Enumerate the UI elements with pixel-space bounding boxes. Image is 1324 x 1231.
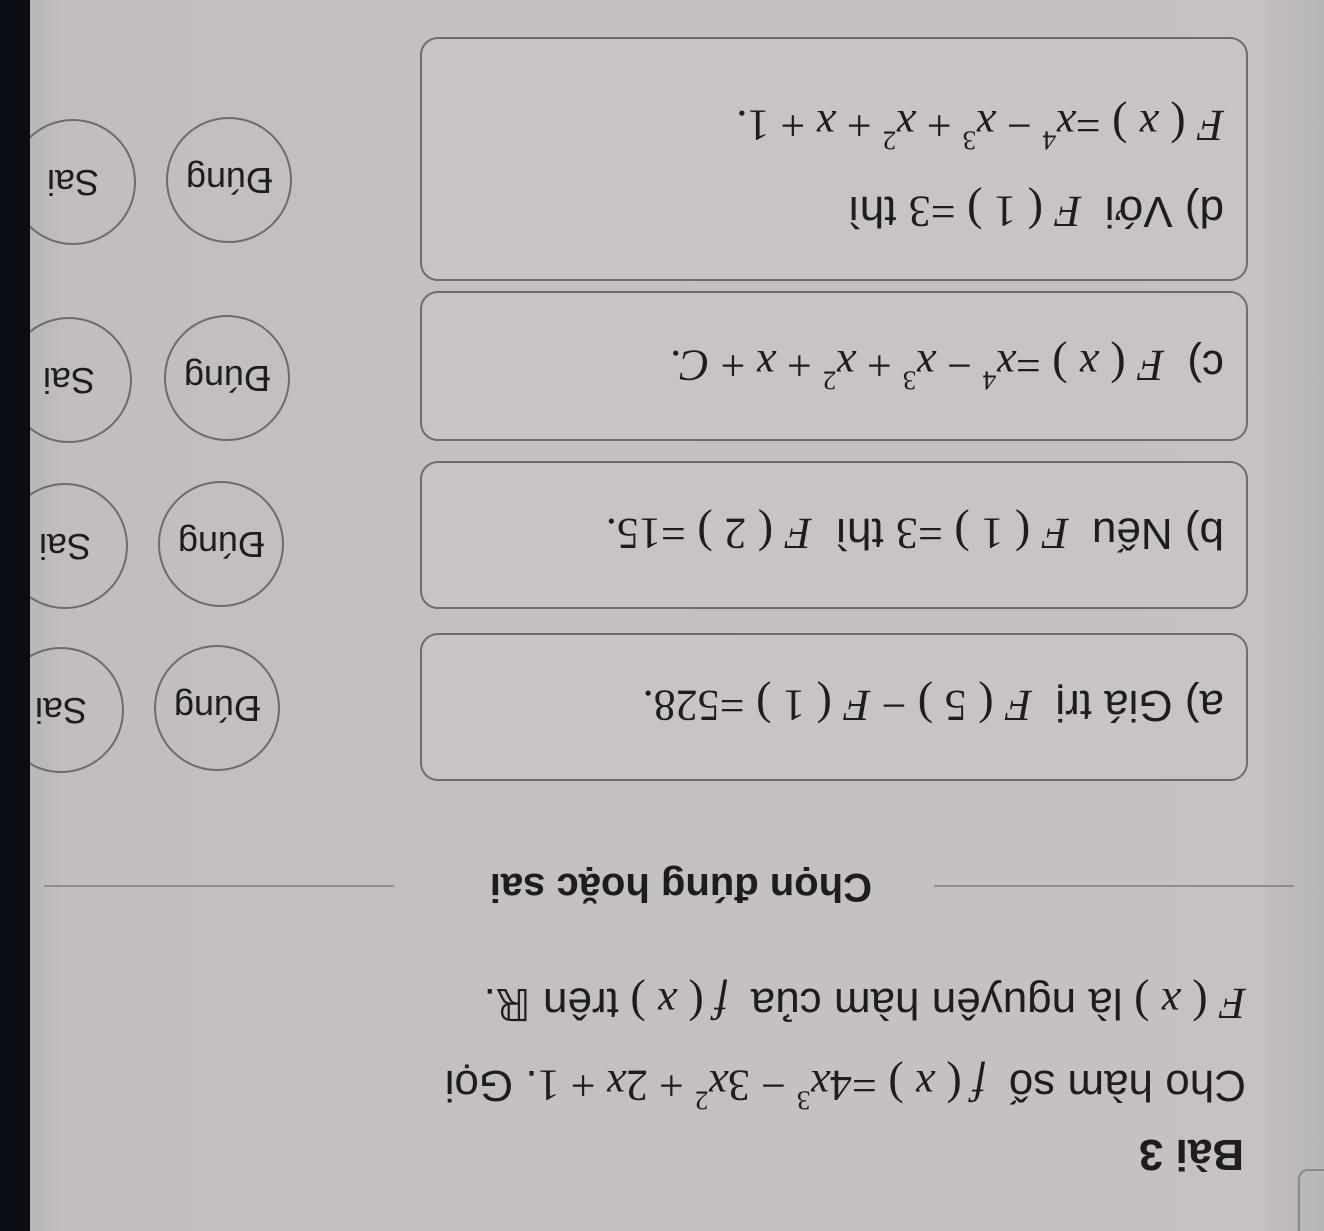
statement-label: a): [1184, 681, 1224, 730]
statement-math: F ( 5 ) − F ( 1 ) =528.: [642, 681, 1044, 732]
true-button-c[interactable]: Đúng: [164, 315, 290, 441]
statement-label: b): [1184, 509, 1224, 558]
exercise-title: Bài 3: [1138, 1130, 1244, 1179]
statement-card-c: c) F ( x ) =x4 − x3 + x2 + x + C.: [420, 291, 1248, 441]
statement-math-2: F ( x ) =x4 − x3 + x2 + x + 1.: [736, 101, 1224, 156]
phone-bezel: [0, 0, 30, 1231]
statement-text-2: thì: [834, 509, 884, 558]
statement-label: d): [1184, 187, 1224, 236]
scroll-handle[interactable]: [1298, 1169, 1324, 1231]
intro-prefix: Cho hàm số: [1008, 1061, 1246, 1110]
statement-text: Với: [1104, 187, 1173, 236]
statement-math-1: F ( 1 ) =3: [896, 509, 1080, 560]
statement-text: Nếu: [1091, 509, 1173, 558]
statement-math: F ( x ) =x4 − x3 + x2 + x + C.: [669, 341, 1176, 396]
true-button-d[interactable]: Đúng: [166, 117, 292, 243]
statement-d-line-2: F ( x ) =x4 − x3 + x2 + x + 1.: [736, 100, 1224, 156]
intro-text-1: là nguyên hàm của: [750, 979, 1123, 1028]
statement-math-1: F ( 1 ) =3: [908, 187, 1093, 238]
math-F-of-x: F ( x ): [1122, 979, 1246, 1030]
statement-a-text: a) Giá trị F ( 5 ) − F ( 1 ) =528.: [643, 680, 1224, 733]
true-button-b[interactable]: Đúng: [158, 481, 284, 607]
section-divider-left: [934, 885, 1294, 887]
statement-card-b: b) Nếu F ( 1 ) =3 thì F ( 2 ) =15.: [420, 461, 1248, 609]
statement-card-d: d) Với F ( 1 ) =3 thì F ( x ) =x4 − x3 +…: [420, 37, 1248, 281]
statement-math-2: F ( 2 ) =15.: [605, 509, 823, 560]
statement-b-text: b) Nếu F ( 1 ) =3 thì F ( 2 ) =15.: [606, 508, 1224, 561]
real-numbers-symbol: ℝ: [495, 979, 531, 1028]
intro-end: .: [483, 979, 496, 1028]
section-divider-right: [44, 885, 394, 887]
statement-label: c): [1187, 341, 1224, 390]
math-f-of-x: f ( x ): [618, 979, 739, 1030]
phone-screen: Bài 3 Cho hàm số f ( x ) =4x3 − 3x2 + 2x…: [0, 0, 1324, 1231]
statement-card-a: a) Giá trị F ( 5 ) − F ( 1 ) =528.: [420, 633, 1248, 781]
statement-d-line-1: d) Với F ( 1 ) =3 thì: [848, 186, 1224, 239]
intro-text-2: trên: [543, 979, 619, 1028]
statement-c-text: c) F ( x ) =x4 − x3 + x2 + x + C.: [669, 340, 1224, 396]
intro-line-2: F ( x ) là nguyên hàm của f ( x ) trên ℝ…: [484, 978, 1246, 1031]
screen-bottom-edge: [1264, 0, 1324, 1231]
intro-suffix: . Gọi: [444, 1061, 538, 1110]
statement-text-2: thì: [847, 187, 897, 236]
true-button-a[interactable]: Đúng: [154, 645, 280, 771]
intro-line-1: Cho hàm số f ( x ) =4x3 − 3x2 + 2x + 1. …: [444, 1060, 1246, 1116]
function-f-definition: f ( x ) =4x3 − 3x2 + 2x + 1: [537, 1061, 997, 1116]
rotated-photo-frame: Bài 3 Cho hàm số f ( x ) =4x3 − 3x2 + 2x…: [0, 0, 1324, 1231]
statement-text: Giá trị: [1055, 681, 1173, 730]
section-label: Chọn đúng hoặc sai: [489, 865, 872, 909]
